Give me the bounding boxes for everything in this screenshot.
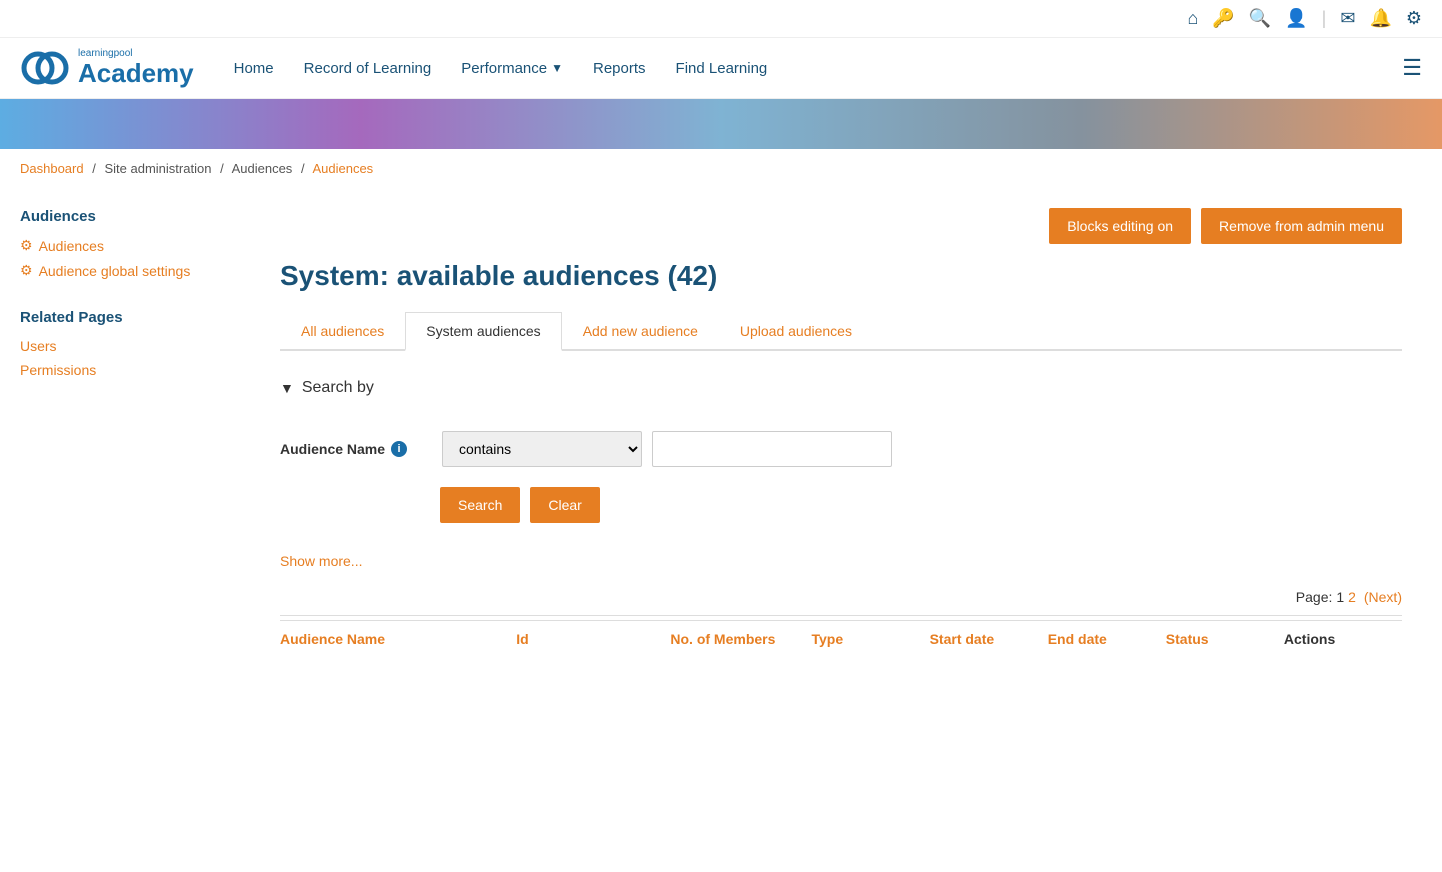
sidebar-section-title: Audiences <box>20 208 260 225</box>
col-header-status[interactable]: Status <box>1166 631 1284 647</box>
logo-svg <box>20 48 70 88</box>
main-layout: Audiences ⚙ Audiences ⚙ Audience global … <box>0 188 1442 677</box>
sidebar-item-audience-global-settings[interactable]: ⚙ Audience global settings <box>20 262 260 279</box>
info-icon[interactable]: i <box>391 441 407 457</box>
search-text-input[interactable] <box>652 431 892 467</box>
logo-big: Academy <box>78 59 194 88</box>
nav-reports[interactable]: Reports <box>593 60 646 77</box>
sidebar: Audiences ⚙ Audiences ⚙ Audience global … <box>20 188 260 677</box>
col-header-id[interactable]: Id <box>516 631 634 647</box>
tabs: All audiences System audiences Add new a… <box>280 312 1402 351</box>
search-by-arrow-icon: ▼ <box>280 380 294 396</box>
home-icon[interactable]: ⌂ <box>1188 8 1199 29</box>
nav-performance[interactable]: Performance ▼ <box>461 60 563 77</box>
bell-icon[interactable]: 🔔 <box>1369 8 1391 29</box>
clear-button[interactable]: Clear <box>530 487 599 523</box>
remove-from-admin-button[interactable]: Remove from admin menu <box>1201 208 1402 244</box>
sidebar-item-audiences[interactable]: ⚙ Audiences <box>20 237 260 254</box>
gear-global-icon: ⚙ <box>20 262 33 279</box>
user-icon[interactable]: 👤 <box>1285 8 1307 29</box>
key-icon[interactable]: 🔑 <box>1212 8 1234 29</box>
search-by-label: Search by <box>302 379 374 397</box>
tab-system-audiences[interactable]: System audiences <box>405 312 561 351</box>
tab-add-new-audience[interactable]: Add new audience <box>562 312 719 351</box>
col-header-actions: Actions <box>1284 631 1402 647</box>
hero-banner <box>0 99 1442 149</box>
breadcrumb-site-admin: Site administration <box>104 161 211 176</box>
nav-bar: learningpool Academy Home Record of Lear… <box>0 38 1442 99</box>
breadcrumb: Dashboard / Site administration / Audien… <box>0 149 1442 188</box>
logo: learningpool Academy <box>20 48 194 88</box>
breadcrumb-dashboard[interactable]: Dashboard <box>20 161 84 176</box>
col-header-members[interactable]: No. of Members <box>634 631 811 647</box>
breadcrumb-audiences: Audiences <box>232 161 293 176</box>
top-bar: ⌂ 🔑 🔍 👤 | ✉ 🔔 ⚙ <box>0 0 1442 38</box>
nav-record-of-learning[interactable]: Record of Learning <box>304 60 432 77</box>
search-form: Audience Name i contains is equal to sta… <box>280 421 1402 553</box>
show-more-link[interactable]: Show more... <box>280 553 362 569</box>
nav-find-learning[interactable]: Find Learning <box>676 60 768 77</box>
mail-icon[interactable]: ✉ <box>1340 8 1355 29</box>
table-header-row: Audience Name Id No. of Members Type Sta… <box>280 620 1402 657</box>
content-area: Blocks editing on Remove from admin menu… <box>260 188 1422 677</box>
sidebar-item-permissions[interactable]: Permissions <box>20 362 260 378</box>
field-controls: contains is equal to starts with ends wi… <box>442 431 892 467</box>
logo-text: learningpool Academy <box>78 48 194 88</box>
nav-home[interactable]: Home <box>234 60 274 77</box>
gear-audiences-icon: ⚙ <box>20 237 33 254</box>
col-header-end-date[interactable]: End date <box>1048 631 1166 647</box>
col-header-start-date[interactable]: Start date <box>930 631 1048 647</box>
tab-upload-audiences[interactable]: Upload audiences <box>719 312 873 351</box>
page-title: System: available audiences (42) <box>280 260 1402 292</box>
next-page-link[interactable]: (Next) <box>1364 589 1402 605</box>
sidebar-item-users[interactable]: Users <box>20 338 260 354</box>
table-divider <box>280 615 1402 616</box>
action-buttons: Blocks editing on Remove from admin menu <box>280 208 1402 244</box>
col-header-audience-name[interactable]: Audience Name <box>280 631 516 647</box>
search-buttons: Search Clear <box>440 487 1402 523</box>
nav-links: Home Record of Learning Performance ▼ Re… <box>234 60 1403 77</box>
col-header-type[interactable]: Type <box>811 631 929 647</box>
page-label: Page: <box>1296 589 1333 605</box>
page-2-link[interactable]: 2 <box>1348 589 1356 605</box>
contains-select[interactable]: contains is equal to starts with ends wi… <box>442 431 642 467</box>
search-icon[interactable]: 🔍 <box>1249 8 1271 29</box>
divider: | <box>1322 8 1327 29</box>
blocks-editing-button[interactable]: Blocks editing on <box>1049 208 1191 244</box>
tab-all-audiences[interactable]: All audiences <box>280 312 405 351</box>
hamburger-menu[interactable]: ☰ <box>1402 55 1422 81</box>
audience-name-label: Audience Name i <box>280 441 430 457</box>
search-button[interactable]: Search <box>440 487 520 523</box>
sidebar-related-title: Related Pages <box>20 309 260 326</box>
search-by-header[interactable]: ▼ Search by <box>280 371 1402 405</box>
pagination: Page: 1 2 (Next) <box>280 589 1402 605</box>
breadcrumb-current: Audiences <box>312 161 373 176</box>
page-1: 1 <box>1336 589 1344 605</box>
search-row: Audience Name i contains is equal to sta… <box>280 431 1402 467</box>
performance-dropdown-arrow: ▼ <box>551 61 563 75</box>
settings-icon[interactable]: ⚙ <box>1406 8 1422 29</box>
